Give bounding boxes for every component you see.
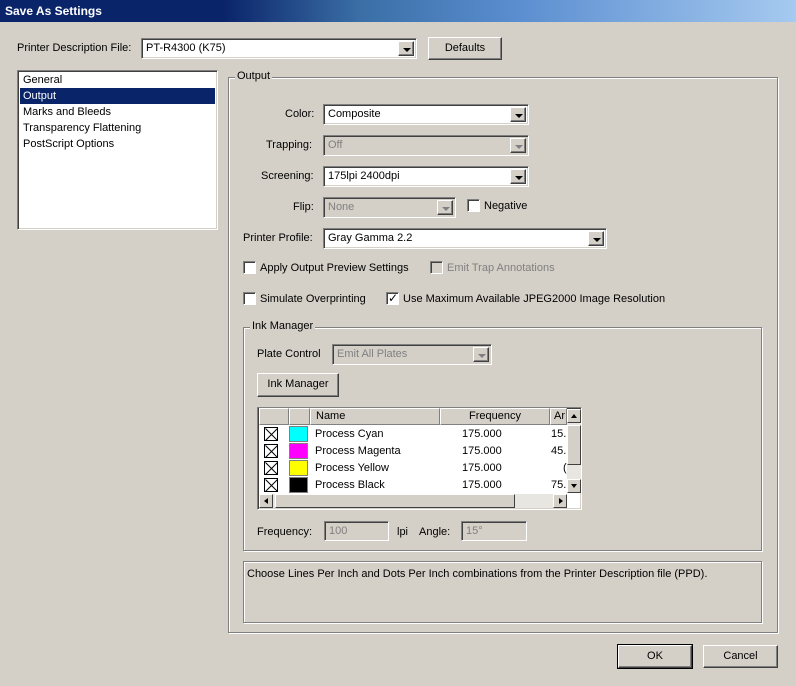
screening-label: Screening: bbox=[261, 170, 314, 182]
flip-dropdown[interactable]: None bbox=[323, 197, 456, 218]
ink-frequency: 175.000 bbox=[462, 445, 502, 457]
plate-control-value: Emit All Plates bbox=[337, 348, 408, 360]
ink-frequency: 175.000 bbox=[462, 462, 502, 474]
chevron-down-icon[interactable] bbox=[510, 107, 526, 122]
use-max-jpeg2000-checkbox[interactable] bbox=[386, 291, 399, 305]
frequency-label: Frequency: bbox=[257, 526, 313, 538]
category-item-output[interactable]: Output bbox=[20, 88, 215, 104]
ink-table[interactable]: Name Frequency Ar Process Cyan 175.000 1… bbox=[257, 407, 582, 510]
plate-control-label: Plate Control bbox=[257, 348, 321, 360]
trapping-value: Off bbox=[328, 139, 343, 151]
screening-value: 175lpi 2400dpi bbox=[328, 170, 400, 182]
printer-profile-value: Gray Gamma 2.2 bbox=[328, 232, 413, 244]
ink-frequency: 175.000 bbox=[462, 479, 502, 491]
ok-button[interactable]: OK bbox=[617, 644, 693, 669]
chevron-down-icon[interactable] bbox=[588, 231, 604, 246]
description-text: Choose Lines Per Inch and Dots Per Inch … bbox=[247, 568, 708, 580]
ink-table-header-print[interactable] bbox=[259, 408, 289, 425]
category-item-general[interactable]: General bbox=[20, 72, 215, 88]
ink-name: Process Magenta bbox=[315, 445, 401, 457]
scroll-thumb[interactable] bbox=[275, 494, 515, 508]
ink-table-hscrollbar[interactable] bbox=[259, 494, 567, 508]
ink-manager-button[interactable]: Ink Manager bbox=[257, 373, 339, 397]
trapping-dropdown[interactable]: Off bbox=[323, 135, 529, 156]
angle-field[interactable]: 15° bbox=[461, 521, 527, 541]
print-plate-toggle-icon[interactable] bbox=[264, 444, 278, 458]
chevron-down-icon[interactable] bbox=[437, 200, 453, 215]
frequency-field[interactable]: 100 bbox=[324, 521, 389, 541]
ink-angle: 45. bbox=[551, 445, 567, 457]
ink-swatch bbox=[289, 460, 308, 476]
scroll-up-icon[interactable] bbox=[567, 409, 581, 423]
chevron-down-icon[interactable] bbox=[473, 347, 489, 362]
ink-swatch bbox=[289, 426, 308, 442]
color-dropdown[interactable]: Composite bbox=[323, 104, 529, 125]
title-bar: Save As Settings bbox=[0, 0, 796, 22]
simulate-overprinting-label[interactable]: Simulate Overprinting bbox=[260, 293, 366, 305]
ppd-dropdown-value: PT-R4300 (K75) bbox=[146, 42, 226, 54]
print-plate-toggle-icon[interactable] bbox=[264, 478, 278, 492]
negative-label[interactable]: Negative bbox=[484, 200, 527, 212]
defaults-button[interactable]: Defaults bbox=[428, 37, 502, 60]
ink-table-row[interactable]: Process Yellow 175.000 ( bbox=[258, 460, 567, 477]
flip-value: None bbox=[328, 201, 355, 213]
ppd-dropdown[interactable]: PT-R4300 (K75) bbox=[141, 38, 417, 59]
ppd-label: Printer Description File: bbox=[17, 42, 132, 54]
ink-table-row[interactable]: Process Black 175.000 75. bbox=[258, 477, 567, 494]
ink-table-header-angle[interactable]: Ar bbox=[550, 408, 567, 425]
simulate-overprinting-checkbox[interactable] bbox=[243, 292, 256, 305]
emit-trap-label[interactable]: Emit Trap Annotations bbox=[447, 262, 555, 274]
ink-table-header-swatch[interactable] bbox=[289, 408, 310, 425]
print-plate-toggle-icon[interactable] bbox=[264, 427, 278, 441]
ink-angle: 15. bbox=[551, 428, 567, 440]
use-max-jpeg2000-label[interactable]: Use Maximum Available JPEG2000 Image Res… bbox=[403, 293, 665, 305]
chevron-down-icon[interactable] bbox=[510, 138, 526, 153]
category-list[interactable]: General Output Marks and Bleeds Transpar… bbox=[17, 70, 218, 230]
chevron-down-icon[interactable] bbox=[510, 169, 526, 184]
ink-angle: 75. bbox=[551, 479, 567, 491]
frequency-value: 100 bbox=[329, 525, 348, 537]
plate-control-dropdown[interactable]: Emit All Plates bbox=[332, 344, 492, 365]
emit-trap-checkbox[interactable] bbox=[430, 261, 443, 274]
apply-output-preview-checkbox[interactable] bbox=[243, 261, 256, 274]
scroll-down-icon[interactable] bbox=[567, 479, 581, 493]
ink-swatch bbox=[289, 443, 308, 459]
color-value: Composite bbox=[328, 108, 381, 120]
ink-manager-group-title: Ink Manager bbox=[250, 320, 316, 332]
window-title: Save As Settings bbox=[5, 4, 102, 18]
ink-swatch bbox=[289, 477, 308, 493]
ink-name: Process Black bbox=[315, 479, 385, 491]
scroll-left-icon[interactable] bbox=[259, 494, 273, 508]
scroll-thumb[interactable] bbox=[567, 425, 581, 465]
negative-checkbox[interactable] bbox=[467, 199, 480, 212]
flip-label: Flip: bbox=[293, 201, 314, 213]
color-label: Color: bbox=[285, 108, 315, 120]
print-plate-toggle-icon[interactable] bbox=[264, 461, 278, 475]
ink-name: Process Cyan bbox=[315, 428, 384, 440]
chevron-down-icon[interactable] bbox=[398, 41, 414, 56]
category-item-marks-and-bleeds[interactable]: Marks and Bleeds bbox=[20, 104, 215, 120]
angle-value: 15° bbox=[466, 525, 483, 537]
cancel-button[interactable]: Cancel bbox=[703, 645, 778, 668]
output-group-title: Output bbox=[235, 70, 273, 82]
ink-table-vscrollbar[interactable] bbox=[567, 409, 581, 493]
frequency-unit: lpi bbox=[397, 526, 409, 538]
ink-table-row[interactable]: Process Cyan 175.000 15. bbox=[258, 426, 567, 443]
printer-profile-dropdown[interactable]: Gray Gamma 2.2 bbox=[323, 228, 607, 249]
description-box: Choose Lines Per Inch and Dots Per Inch … bbox=[243, 561, 762, 623]
printer-profile-label: Printer Profile: bbox=[243, 232, 313, 244]
ink-table-row[interactable]: Process Magenta 175.000 45. bbox=[258, 443, 567, 460]
ink-frequency: 175.000 bbox=[462, 428, 502, 440]
trapping-label: Trapping: bbox=[266, 139, 313, 151]
scroll-right-icon[interactable] bbox=[553, 494, 567, 508]
category-item-transparency-flattening[interactable]: Transparency Flattening bbox=[20, 120, 215, 136]
ink-table-header-name[interactable]: Name bbox=[310, 408, 440, 425]
angle-label: Angle: bbox=[419, 526, 451, 538]
screening-dropdown[interactable]: 175lpi 2400dpi bbox=[323, 166, 529, 187]
ink-table-header-frequency[interactable]: Frequency bbox=[440, 408, 550, 425]
category-item-postscript-options[interactable]: PostScript Options bbox=[20, 136, 215, 152]
ink-name: Process Yellow bbox=[315, 462, 389, 474]
apply-output-preview-label[interactable]: Apply Output Preview Settings bbox=[260, 262, 409, 274]
